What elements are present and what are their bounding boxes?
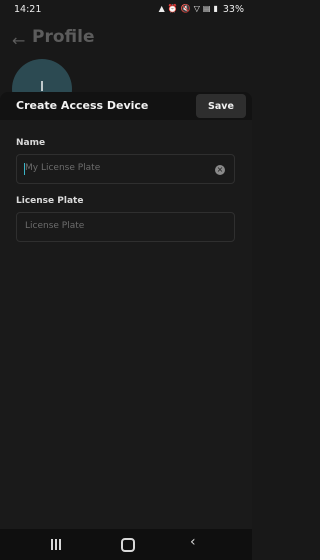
recent-apps-icon[interactable] — [51, 539, 62, 550]
navigation-bar: ‹ — [0, 529, 252, 560]
sheet-header: Create Access Device Save — [0, 92, 252, 120]
sheet-title: Create Access Device — [16, 99, 149, 112]
clear-icon[interactable]: × — [215, 165, 225, 175]
wifi-icon: ▽ — [193, 4, 200, 13]
license-plate-placeholder: License Plate — [25, 221, 85, 231]
mute-icon: 🔇 — [180, 4, 191, 13]
battery-percent: 33% — [222, 3, 244, 15]
battery-icon: ▮ — [213, 4, 218, 13]
license-plate-label: License Plate — [16, 196, 84, 206]
status-bar: 14:21 ▲ ⏰ 🔇 ▽ ▤ ▮ 33% — [0, 0, 252, 18]
alarm-icon: ⏰ — [167, 4, 178, 13]
name-placeholder: My License Plate — [25, 163, 101, 173]
signal-icon: ▲ — [158, 4, 165, 13]
page-title: Profile — [32, 27, 95, 47]
profile-header: ← Profile — [0, 18, 252, 119]
avatar-mark — [41, 81, 43, 91]
lte-icon: ▤ — [202, 4, 211, 13]
status-time: 14:21 — [14, 3, 42, 15]
create-access-device-sheet: Create Access Device Save Name My Licens… — [0, 92, 252, 529]
home-icon[interactable] — [121, 538, 135, 552]
back-icon[interactable]: ‹ — [190, 534, 196, 550]
license-plate-field[interactable]: License Plate — [16, 212, 235, 242]
save-button[interactable]: Save — [196, 94, 246, 118]
name-label: Name — [16, 138, 46, 148]
name-field[interactable]: My License Plate × — [16, 154, 235, 184]
arrow-left-icon[interactable]: ← — [12, 31, 25, 50]
status-icons: ▲ ⏰ 🔇 ▽ ▤ ▮ 33% — [159, 4, 244, 15]
